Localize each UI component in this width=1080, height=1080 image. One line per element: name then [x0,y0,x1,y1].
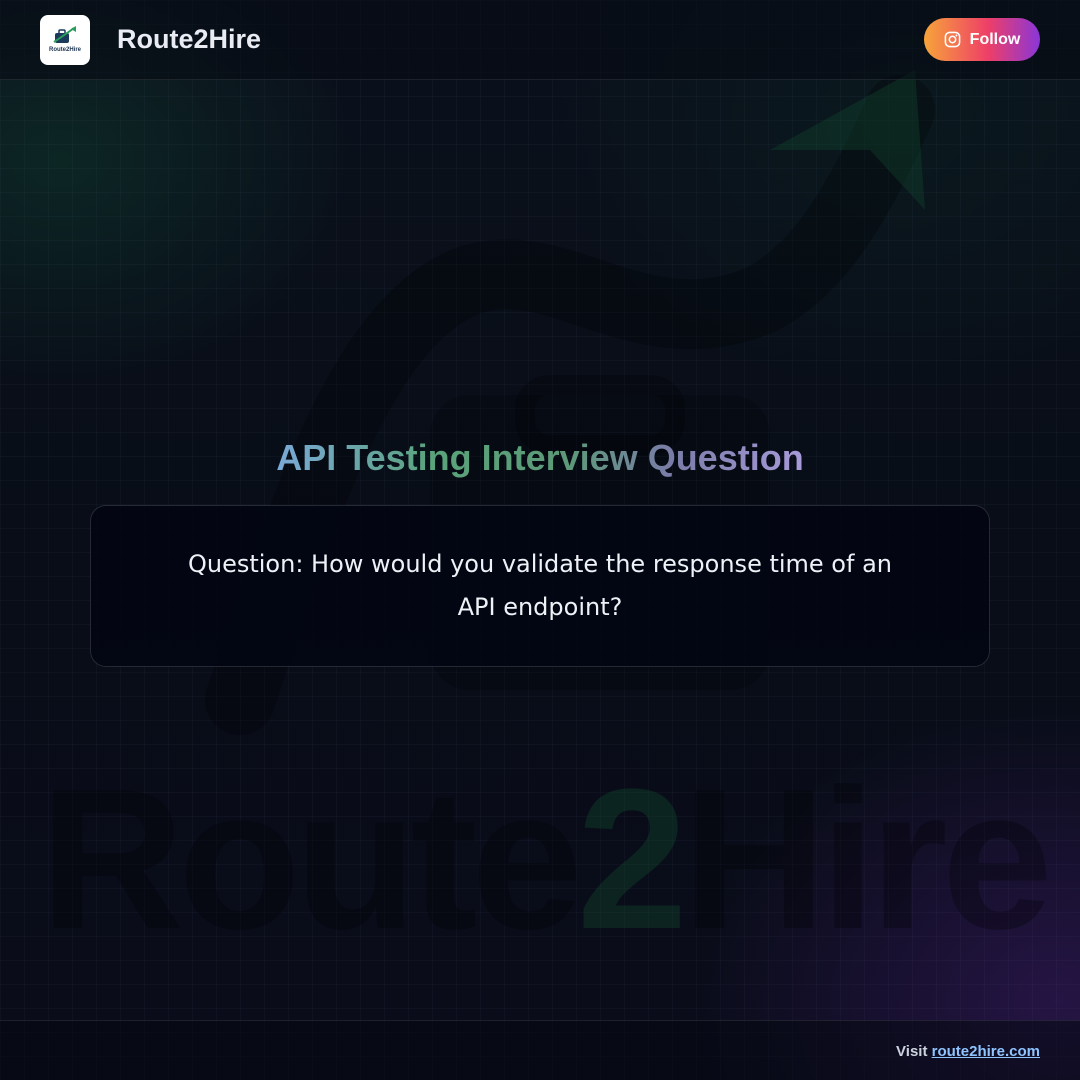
logo-text: Route2Hire [48,47,81,53]
follow-label: Follow [969,30,1021,48]
visit-text: Visit route2hire.com [896,1043,1040,1060]
footer-bar: Visit route2hire.com [0,1020,1080,1080]
watermark-brand: Route2Hire [40,760,1053,960]
instagram-icon [944,31,961,48]
visit-label: Visit [896,1043,928,1060]
brand-name: Route2Hire [117,24,262,54]
header-bar: Route2Hire Route2Hire Follow [0,0,1080,80]
follow-button[interactable]: Follow [924,18,1040,61]
question-text: Question: How would you validate the res… [187,550,892,621]
page-title-text: API Testing Interview Question [276,437,804,478]
question-card: Question: How would you validate the res… [90,505,990,667]
page-title: API Testing Interview Question [0,436,1080,480]
logo-mark-icon [53,26,76,43]
brand-logo[interactable]: Route2Hire [40,15,90,65]
website-link[interactable]: route2hire.com [932,1043,1040,1060]
watermark-part-route: Route [40,748,583,971]
watermark-part-hire: Hire [681,748,1053,971]
watermark-part-two: 2 [576,748,688,971]
